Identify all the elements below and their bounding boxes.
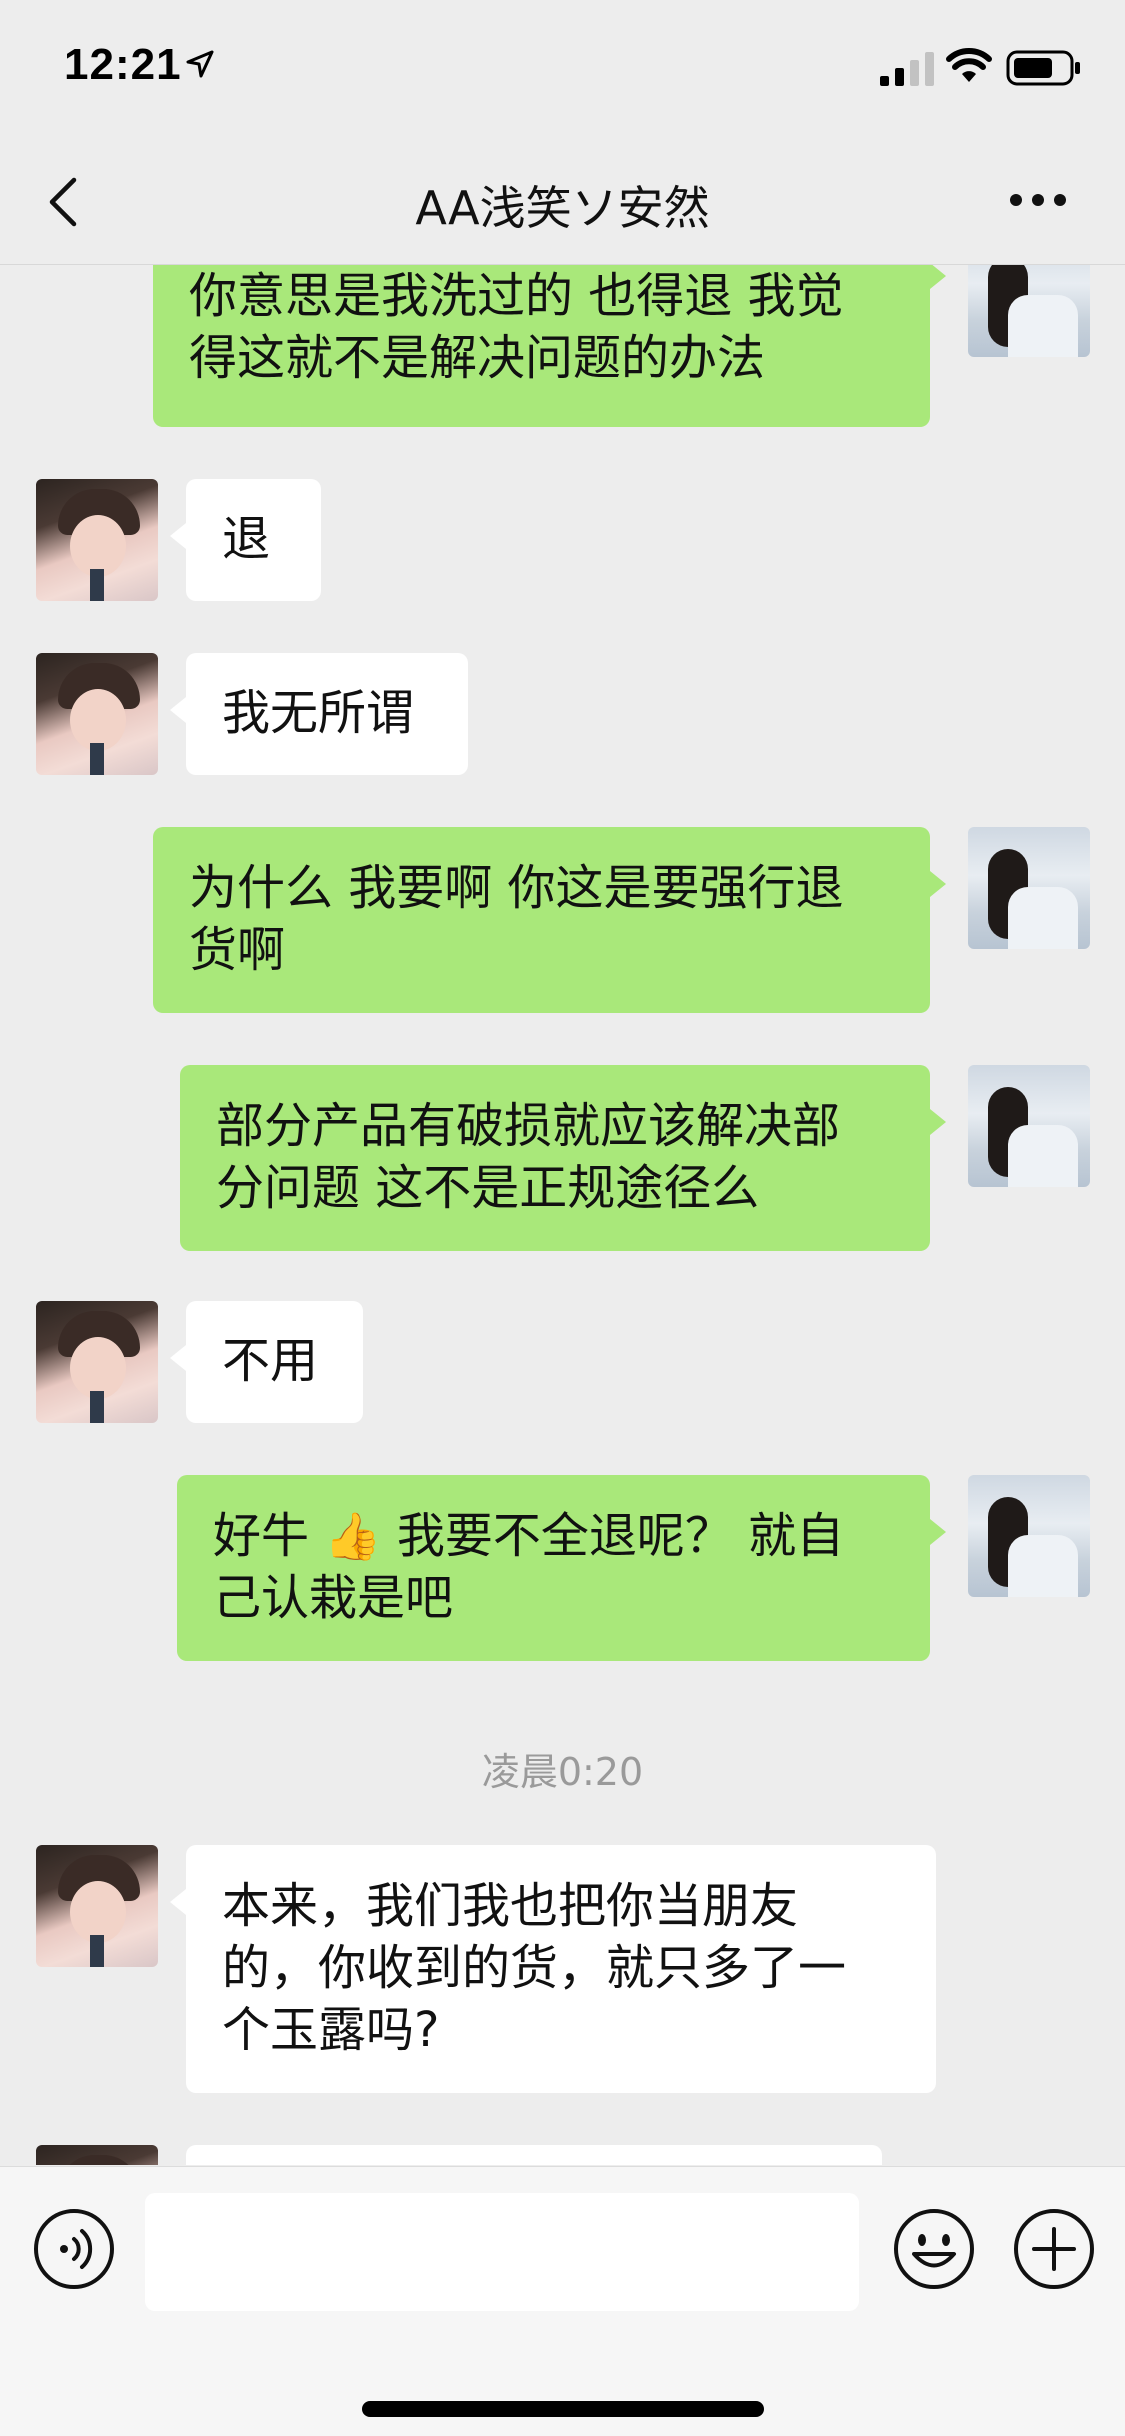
message-line: 好牛 👍 我要不全退呢？ 就自 xyxy=(213,1505,894,1567)
contact-avatar[interactable] xyxy=(36,479,158,601)
message-line: 货啊 xyxy=(189,922,286,978)
status-time: 12:21 xyxy=(64,40,182,89)
emoji-icon[interactable] xyxy=(892,2207,976,2291)
contact-avatar[interactable] xyxy=(36,653,158,775)
thumbs-up-emoji: 👍 xyxy=(324,1509,382,1563)
message-bubble-received[interactable]: 本来，我们我也把你当朋友 的，你收到的货，就只多了一 个玉露吗? xyxy=(170,1845,936,2093)
message-input[interactable] xyxy=(145,2193,859,2311)
input-bar xyxy=(0,2166,1125,2436)
chat-screen: 12:21 AA浅笑ソ安然 你意思是我洗过的 也得退 我觉 得这就不是解决问题的… xyxy=(0,0,1125,2436)
message-bubble-received[interactable] xyxy=(186,2145,882,2165)
message-timestamp: 凌晨0:20 xyxy=(481,1750,644,1794)
location-arrow-icon xyxy=(186,50,214,78)
my-avatar[interactable] xyxy=(968,1475,1090,1597)
nav-bar: AA浅笑ソ安然 xyxy=(0,140,1125,265)
contact-avatar[interactable] xyxy=(36,1301,158,1423)
message-text: 我无所谓 xyxy=(222,685,415,741)
message-bubble-received[interactable]: 不用 xyxy=(170,1301,363,1423)
contact-avatar[interactable] xyxy=(36,2145,158,2165)
message-bubble-received[interactable]: 退 xyxy=(170,479,321,601)
status-bar: 12:21 xyxy=(0,0,1125,140)
message-text: 不用 xyxy=(222,1333,319,1389)
my-avatar[interactable] xyxy=(968,265,1090,357)
message-line: 部分产品有破损就应该解决部 xyxy=(216,1098,841,1154)
message-text: 我要不全退呢？ 就自 xyxy=(396,1508,845,1564)
message-bubble-sent[interactable]: 部分产品有破损就应该解决部 分问题 这不是正规途径么 xyxy=(180,1065,946,1251)
my-avatar[interactable] xyxy=(968,827,1090,949)
more-dots-icon[interactable] xyxy=(1008,192,1068,208)
message-line: 个玉露吗? xyxy=(222,2002,440,2058)
message-line: 己认栽是吧 xyxy=(213,1570,454,1626)
chat-title: AA浅笑ソ安然 xyxy=(415,181,710,235)
message-line: 本来，我们我也把你当朋友 xyxy=(222,1878,799,1934)
my-avatar[interactable] xyxy=(968,1065,1090,1187)
message-line: 的，你收到的货，就只多了一 xyxy=(222,1940,847,1996)
message-bubble-received[interactable]: 我无所谓 xyxy=(170,653,468,775)
battery-icon xyxy=(1006,50,1080,86)
message-line: 分问题 这不是正规途径么 xyxy=(216,1160,760,1216)
message-bubble-sent[interactable]: 你意思是我洗过的 也得退 我觉 得这就不是解决问题的办法 xyxy=(153,265,946,427)
message-line: 为什么 我要啊 你这是要强行退 xyxy=(189,860,844,916)
message-list[interactable]: 你意思是我洗过的 也得退 我觉 得这就不是解决问题的办法 退 我无所谓 为什么 … xyxy=(0,265,1125,2165)
message-text: 好牛 xyxy=(213,1508,310,1564)
cellular-signal-icon xyxy=(880,52,934,86)
home-indicator[interactable] xyxy=(362,2401,764,2417)
wifi-icon xyxy=(946,48,992,82)
message-text: 退 xyxy=(222,511,271,567)
plus-icon[interactable] xyxy=(1012,2207,1096,2291)
message-line: 你意思是我洗过的 也得退 我觉 xyxy=(189,268,844,324)
contact-avatar[interactable] xyxy=(36,1845,158,1967)
message-bubble-sent[interactable]: 好牛 👍 我要不全退呢？ 就自 己认栽是吧 xyxy=(177,1475,946,1661)
voice-icon[interactable] xyxy=(32,2207,116,2291)
message-bubble-sent[interactable]: 为什么 我要啊 你这是要强行退 货啊 xyxy=(153,827,946,1013)
message-line: 得这就不是解决问题的办法 xyxy=(189,330,766,386)
